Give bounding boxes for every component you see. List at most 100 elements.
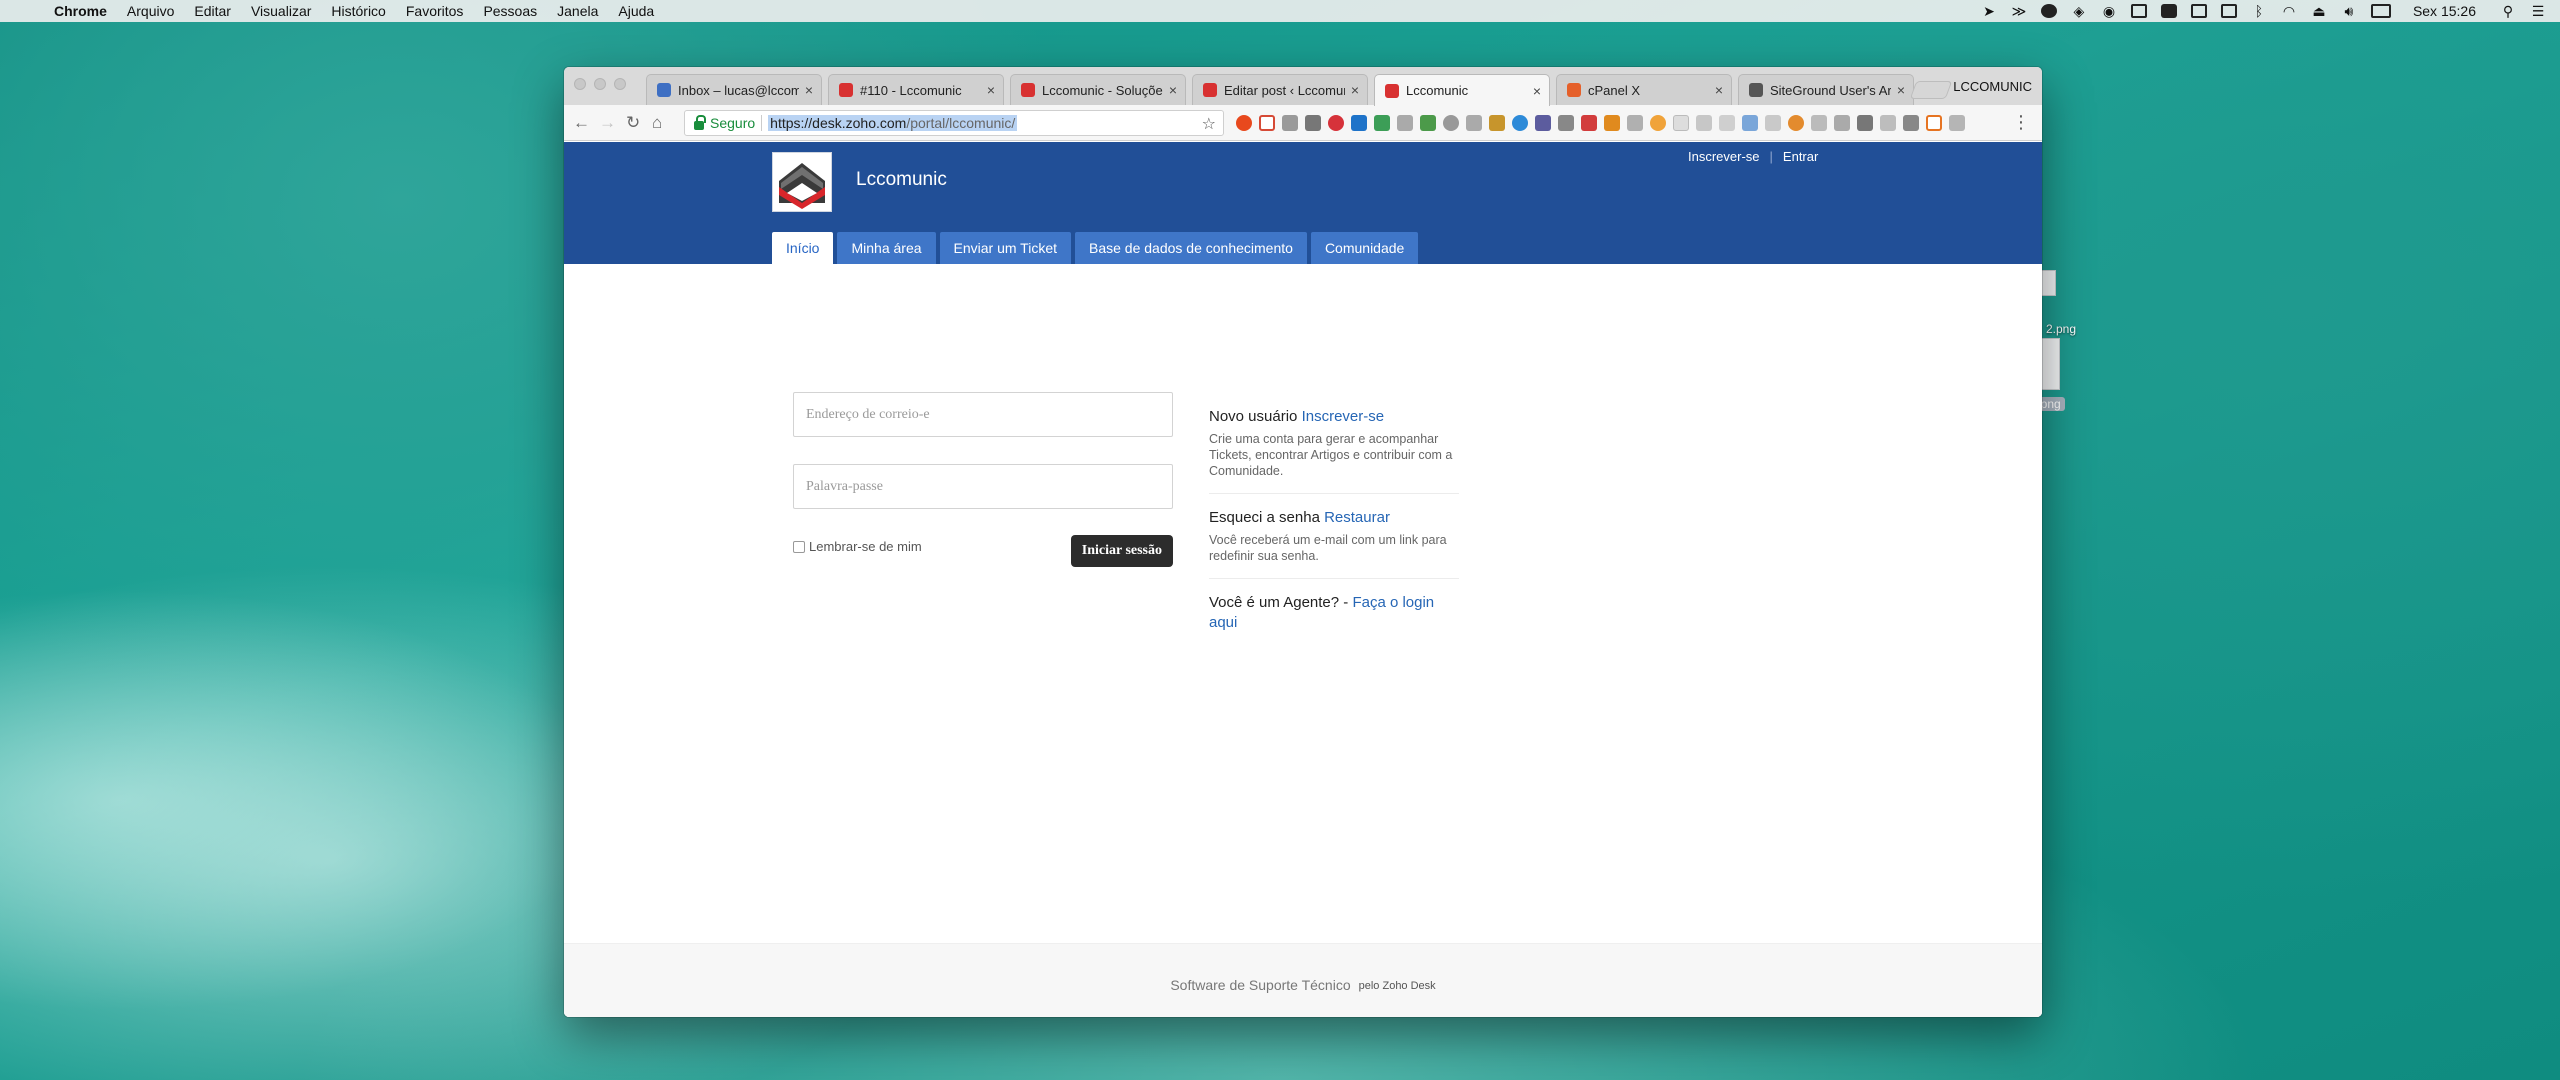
menu-historico[interactable]: Histórico <box>331 3 385 19</box>
tab-close-icon[interactable]: × <box>1533 83 1541 99</box>
extension-pages-icon[interactable] <box>1765 115 1781 131</box>
signup-link[interactable]: Inscrever-se <box>1688 149 1760 164</box>
home-icon[interactable]: ⌂ <box>652 113 662 133</box>
window-minimize-button[interactable] <box>594 78 606 90</box>
nav-tab-inicio[interactable]: Início <box>772 232 834 264</box>
password-field[interactable] <box>793 464 1173 509</box>
menu-bar-clock[interactable]: Sex 15:26 <box>2413 3 2476 19</box>
dropbox-icon[interactable]: ◈ <box>2071 4 2087 18</box>
forward-arrow-icon[interactable]: → <box>599 113 616 133</box>
browser-menu-icon[interactable]: ⋮ <box>2012 113 2030 131</box>
extension-save-icon[interactable] <box>1581 115 1597 131</box>
extension-envelope-icon[interactable] <box>1397 115 1413 131</box>
desktop-file-label[interactable]: 2.png <box>2046 322 2076 336</box>
browser-tab[interactable]: SiteGround User's Are × <box>1738 74 1914 105</box>
extension-p-icon[interactable] <box>1512 115 1528 131</box>
back-arrow-icon[interactable]: ← <box>573 113 590 133</box>
screenshot-icon[interactable] <box>2190 4 2207 18</box>
extension-crop-icon[interactable] <box>1558 115 1574 131</box>
remember-me-checkbox[interactable] <box>793 540 805 553</box>
tab-close-icon[interactable]: × <box>805 82 813 98</box>
menu-pessoas[interactable]: Pessoas <box>483 3 537 19</box>
extension-camera-icon[interactable] <box>1466 115 1482 131</box>
volume-icon[interactable]: 🔊︎ <box>2341 4 2357 18</box>
extension-pinterest-icon[interactable] <box>1328 115 1344 131</box>
remember-me[interactable]: Lembrar-se de mim <box>793 539 922 554</box>
nav-tab-enviar-ticket[interactable]: Enviar um Ticket <box>939 232 1071 264</box>
extension-folder-icon[interactable] <box>1742 115 1758 131</box>
extension-grammarly-icon[interactable] <box>1420 115 1436 131</box>
spotlight-search-icon[interactable]: ⚲ <box>2500 4 2516 18</box>
extension-scissors-icon[interactable] <box>1811 115 1827 131</box>
menu-editar[interactable]: Editar <box>194 3 231 19</box>
extension-gear-icon[interactable] <box>1788 115 1804 131</box>
extension-ublock-icon[interactable] <box>1236 115 1252 131</box>
extension-mail-icon[interactable] <box>1282 115 1298 131</box>
extension-globe-icon[interactable] <box>1443 115 1459 131</box>
footer-powered-by[interactable]: pelo Zoho Desk <box>1359 980 1436 992</box>
url-text[interactable]: https://desk.zoho.com/portal/lccomunic/ <box>768 115 1018 131</box>
site-brand-name[interactable]: Lccomunic <box>856 169 947 191</box>
location-arrow-icon[interactable]: ➤ <box>1981 4 1997 18</box>
tab-close-icon[interactable]: × <box>1351 82 1359 98</box>
signin-link[interactable]: Entrar <box>1783 149 1818 164</box>
restore-password-link[interactable]: Restaurar <box>1324 509 1390 526</box>
sign-in-button[interactable]: Iniciar sessão <box>1070 535 1173 567</box>
tab-close-icon[interactable]: × <box>1897 82 1905 98</box>
bookmark-star-icon[interactable]: ☆ <box>1202 114 1216 134</box>
extension-square-icon[interactable] <box>1926 115 1942 131</box>
tab-close-icon[interactable]: × <box>1715 82 1723 98</box>
nav-tab-knowledge-base[interactable]: Base de dados de conhecimento <box>1075 232 1307 264</box>
nav-tab-minha-area[interactable]: Minha área <box>837 232 936 264</box>
new-tab-button[interactable] <box>1909 81 1953 99</box>
menu-arquivo[interactable]: Arquivo <box>127 3 174 19</box>
notification-center-icon[interactable]: ☰ <box>2530 4 2546 18</box>
calendar-app-icon[interactable] <box>2160 4 2177 18</box>
wifi-icon[interactable]: ◠ <box>2281 4 2297 18</box>
timer-app-icon[interactable] <box>2040 4 2057 18</box>
extension-clipper-icon[interactable] <box>1857 115 1873 131</box>
email-field[interactable] <box>793 392 1173 437</box>
browser-tab[interactable]: Editar post ‹ Lccomun × <box>1192 74 1368 105</box>
browser-tab[interactable]: Lccomunic - Soluçõe × <box>1010 74 1186 105</box>
browser-tab[interactable]: #110 - Lccomunic × <box>828 74 1004 105</box>
tab-close-icon[interactable]: × <box>1169 82 1177 98</box>
menu-app-chrome[interactable]: Chrome <box>54 3 107 19</box>
extension-trello-icon[interactable] <box>1351 115 1367 131</box>
eject-icon[interactable]: ⏏ <box>2311 4 2327 18</box>
extension-download-icon[interactable] <box>1949 115 1965 131</box>
site-logo[interactable] <box>772 152 832 212</box>
extension-grid-icon[interactable] <box>1696 115 1712 131</box>
browser-tab[interactable]: cPanel X × <box>1556 74 1732 105</box>
bluetooth-icon[interactable]: ᛒ <box>2251 4 2267 18</box>
transfer-app-icon[interactable]: ≫ <box>2011 4 2027 18</box>
extension-drive-icon[interactable] <box>1374 115 1390 131</box>
extension-fx-icon[interactable] <box>1627 115 1643 131</box>
menu-favoritos[interactable]: Favoritos <box>406 3 464 19</box>
browser-tab[interactable]: Inbox – lucas@lccomu × <box>646 74 822 105</box>
address-bar[interactable]: Seguro https://desk.zoho.com/portal/lcco… <box>684 110 1224 136</box>
menu-visualizar[interactable]: Visualizar <box>251 3 311 19</box>
rss-icon[interactable]: ◉ <box>2101 4 2117 18</box>
menu-janela[interactable]: Janela <box>557 3 598 19</box>
browser-tab[interactable]: Lccomunic × <box>1374 74 1550 106</box>
clipboard-icon[interactable] <box>2130 4 2147 18</box>
extension-shield-icon[interactable] <box>1880 115 1896 131</box>
window-zoom-button[interactable] <box>614 78 626 90</box>
extension-cast-icon[interactable] <box>1834 115 1850 131</box>
extension-orange-icon[interactable] <box>1604 115 1620 131</box>
notes-icon[interactable] <box>2220 4 2237 18</box>
battery-icon[interactable] <box>2370 4 2391 18</box>
extension-emoji-icon[interactable] <box>1650 115 1666 131</box>
extension-cloud-icon[interactable] <box>1903 115 1919 131</box>
tab-close-icon[interactable]: × <box>987 82 995 98</box>
window-close-button[interactable] <box>574 78 586 90</box>
footer-text[interactable]: Software de Suporte Técnico <box>1170 977 1350 993</box>
extension-t-icon[interactable] <box>1259 115 1275 131</box>
nav-tab-comunidade[interactable]: Comunidade <box>1310 232 1419 264</box>
reload-icon[interactable]: ↻ <box>626 113 640 133</box>
extension-checkmark-icon[interactable] <box>1719 115 1735 131</box>
menu-ajuda[interactable]: Ajuda <box>618 3 654 19</box>
extension-chat-icon[interactable] <box>1305 115 1321 131</box>
profile-name[interactable]: LCCOMUNIC <box>1953 79 2032 94</box>
